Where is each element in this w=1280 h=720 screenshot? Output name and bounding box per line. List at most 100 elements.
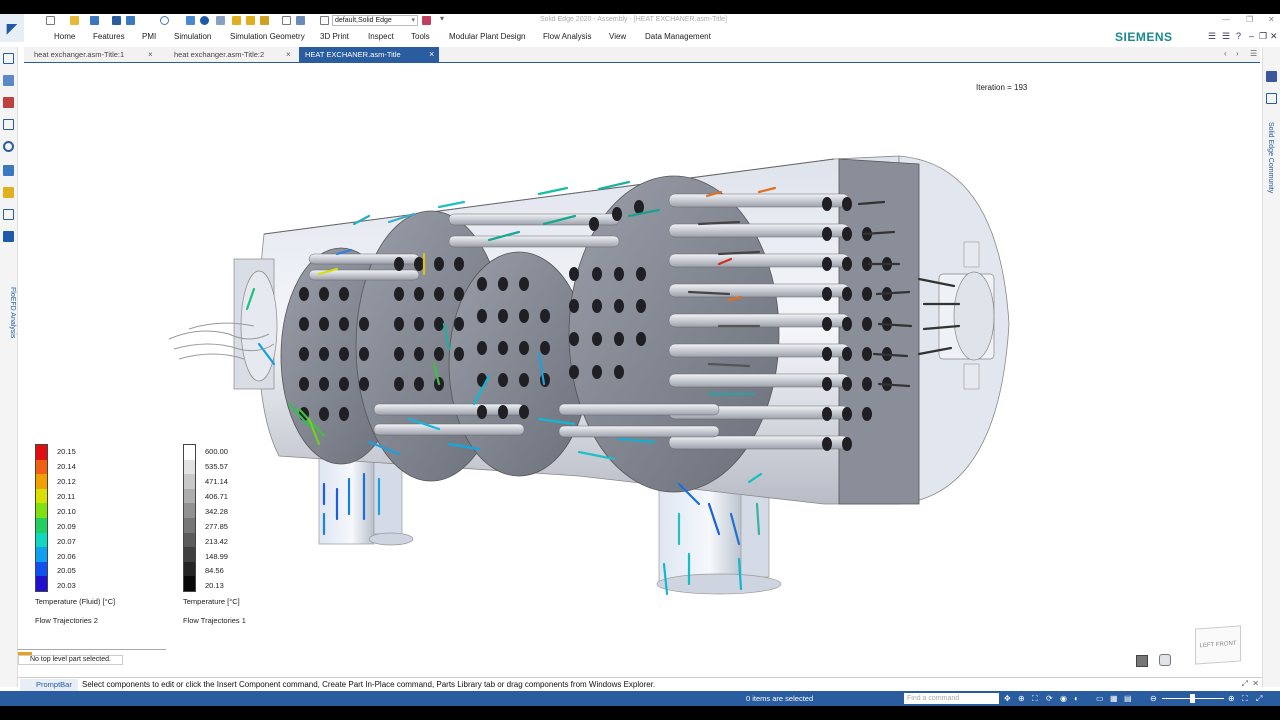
application-button[interactable]: ◤ bbox=[0, 14, 24, 42]
pathfinder-icon[interactable] bbox=[3, 53, 14, 64]
legend-solid-subtitle: Flow Trajectories 1 bbox=[183, 616, 246, 625]
list-alt-icon[interactable]: ☰ bbox=[1222, 31, 1230, 42]
list-icon[interactable]: ☰ bbox=[1208, 31, 1216, 42]
scroll-right-icon[interactable]: › bbox=[1236, 49, 1239, 58]
assembly-icon[interactable] bbox=[3, 187, 14, 198]
community-icon[interactable] bbox=[1266, 93, 1277, 104]
zoom-slider-thumb[interactable] bbox=[1190, 694, 1195, 703]
minimize-icon[interactable]: — bbox=[1222, 15, 1230, 24]
floefd-icon[interactable] bbox=[3, 231, 14, 242]
view-configuration-select[interactable]: default,Solid Edge ▾ bbox=[332, 15, 418, 26]
rotate-icon[interactable]: ⟳ bbox=[1046, 694, 1053, 703]
help-topics-icon[interactable] bbox=[3, 209, 14, 220]
sketch-icon[interactable] bbox=[232, 16, 241, 25]
doc-tab-label: heat exchanger.asm-Title:2 bbox=[174, 50, 265, 59]
box-icon[interactable] bbox=[186, 16, 195, 25]
quick-access-toolbar: default,Solid Edge ▾ ▾ Solid Edge 2020 - … bbox=[0, 14, 1280, 28]
doc-tab-active[interactable]: HEAT EXCHANER.asm-Title bbox=[299, 47, 439, 63]
view-icon[interactable]: ◉ bbox=[1060, 694, 1067, 703]
close-doc-icon[interactable]: ✕ bbox=[1270, 31, 1278, 42]
tab-simulation[interactable]: Simulation bbox=[174, 32, 211, 41]
tab-inspect[interactable]: Inspect bbox=[368, 32, 394, 41]
doc-tab-close-icon[interactable]: × bbox=[286, 50, 291, 59]
search-icon[interactable] bbox=[3, 141, 14, 152]
tab-data-management[interactable]: Data Management bbox=[645, 32, 711, 41]
find-command-input[interactable]: Find a command bbox=[904, 693, 999, 704]
parts-library-icon[interactable] bbox=[3, 119, 14, 130]
save-all-icon[interactable] bbox=[126, 16, 135, 25]
document-tab-bar: heat exchanger.asm-Title:1 × heat exchan… bbox=[24, 47, 1260, 63]
solid-edge-community-tab[interactable]: Solid Edge Community bbox=[1267, 122, 1274, 193]
doc-tab-close-icon[interactable]: × bbox=[429, 49, 434, 59]
sensors-icon[interactable] bbox=[3, 97, 14, 108]
doc-tab-close-icon[interactable]: × bbox=[148, 50, 153, 59]
select-icon[interactable] bbox=[282, 16, 291, 25]
fullscreen-icon[interactable]: ⛶ bbox=[1242, 694, 1248, 704]
zoom-in-icon[interactable]: ⊕ bbox=[1228, 694, 1235, 703]
graphics-viewport[interactable]: Iteration = 193 20.15 20.14 20.12 20.11 … bbox=[19, 64, 1261, 674]
configuration-icon[interactable] bbox=[320, 16, 329, 25]
properties-icon[interactable] bbox=[3, 165, 14, 176]
minimize-ribbon-icon[interactable]: – bbox=[1249, 31, 1254, 41]
color-swatch bbox=[184, 445, 195, 460]
shade-icon[interactable]: ◐ bbox=[1074, 694, 1079, 703]
link-icon[interactable] bbox=[90, 16, 99, 25]
tab-modular-plant-design[interactable]: Modular Plant Design bbox=[449, 32, 525, 41]
progress-indicator bbox=[18, 649, 166, 653]
restore-doc-icon[interactable]: ❐ bbox=[1259, 31, 1267, 42]
floefd-analysis-tab[interactable]: FloEFD Analysis bbox=[2, 287, 16, 338]
tab-features[interactable]: Features bbox=[93, 32, 125, 41]
help-icon[interactable]: ? bbox=[1236, 31, 1241, 41]
promptbar-label[interactable]: PromptBar bbox=[20, 679, 78, 691]
doc-tab-label: heat exchanger.asm-Title:1 bbox=[34, 50, 125, 59]
new-icon[interactable] bbox=[46, 16, 55, 25]
zoom-out-icon[interactable]: ⊖ bbox=[1150, 694, 1157, 703]
zoom-area-icon[interactable]: ⊕ bbox=[1018, 694, 1025, 703]
close-prompt-icon[interactable]: ✕ bbox=[1252, 679, 1259, 688]
color-swatch bbox=[184, 532, 195, 548]
sphere-icon[interactable] bbox=[200, 16, 209, 25]
window-title: Solid Edge 2020 - Assembly - [HEAT EXCHA… bbox=[540, 16, 727, 23]
view-cube[interactable]: LEFT FRONT bbox=[1195, 625, 1241, 665]
tab-3d-print[interactable]: 3D Print bbox=[320, 32, 349, 41]
part-icon[interactable] bbox=[216, 16, 225, 25]
undo-icon[interactable] bbox=[160, 16, 169, 25]
legend-tick: 20.03 bbox=[57, 581, 76, 590]
layout-icon[interactable]: ▤ bbox=[1124, 694, 1132, 703]
doc-tab-title-2[interactable]: heat exchanger.asm-Title:2 bbox=[168, 47, 298, 63]
view-orientation-icon[interactable] bbox=[1159, 654, 1171, 666]
selection-message: No top level part selected. bbox=[30, 656, 111, 663]
legend-tick: 20.09 bbox=[57, 522, 76, 531]
expand-icon[interactable]: ⤢ bbox=[1256, 694, 1262, 704]
pmi-icon[interactable] bbox=[260, 16, 269, 25]
draft-icon[interactable] bbox=[246, 16, 255, 25]
legend-tick: 20.07 bbox=[57, 537, 76, 546]
grid-icon[interactable]: ▦ bbox=[1110, 694, 1118, 703]
open-icon[interactable] bbox=[70, 16, 79, 25]
tab-home[interactable]: Home bbox=[54, 32, 75, 41]
tab-flow-analysis[interactable]: Flow Analysis bbox=[543, 32, 591, 41]
tab-view[interactable]: View bbox=[609, 32, 626, 41]
fit-icon[interactable]: ⛶ bbox=[1032, 694, 1038, 704]
scroll-left-icon[interactable]: ‹ bbox=[1224, 49, 1227, 58]
doc-tab-title-1[interactable]: heat exchanger.asm-Title:1 bbox=[28, 47, 168, 63]
expand-prompt-icon[interactable]: ⤢ bbox=[1242, 679, 1248, 689]
legend-fluid-subtitle: Flow Trajectories 2 bbox=[35, 616, 98, 625]
tab-pmi[interactable]: PMI bbox=[142, 32, 156, 41]
facebook-icon[interactable] bbox=[1266, 71, 1277, 82]
tab-tools[interactable]: Tools bbox=[411, 32, 430, 41]
window-icon[interactable]: ▭ bbox=[1096, 694, 1104, 703]
tab-list-icon[interactable]: ☰ bbox=[1250, 49, 1257, 58]
tab-simulation-geometry[interactable]: Simulation Geometry bbox=[230, 32, 305, 41]
restore-icon[interactable]: ❐ bbox=[1246, 15, 1253, 24]
pan-icon[interactable]: ✥ bbox=[1004, 694, 1011, 703]
close-icon[interactable]: ✕ bbox=[1268, 15, 1275, 24]
save-icon[interactable] bbox=[112, 16, 121, 25]
color-swatch bbox=[184, 474, 195, 489]
flag-icon[interactable] bbox=[422, 16, 431, 25]
filter-icon[interactable] bbox=[296, 16, 305, 25]
customize-qat-icon[interactable]: ▾ bbox=[440, 14, 449, 23]
color-swatch bbox=[184, 488, 195, 504]
layers-icon[interactable] bbox=[3, 75, 14, 86]
display-style-icon[interactable] bbox=[1136, 655, 1148, 667]
